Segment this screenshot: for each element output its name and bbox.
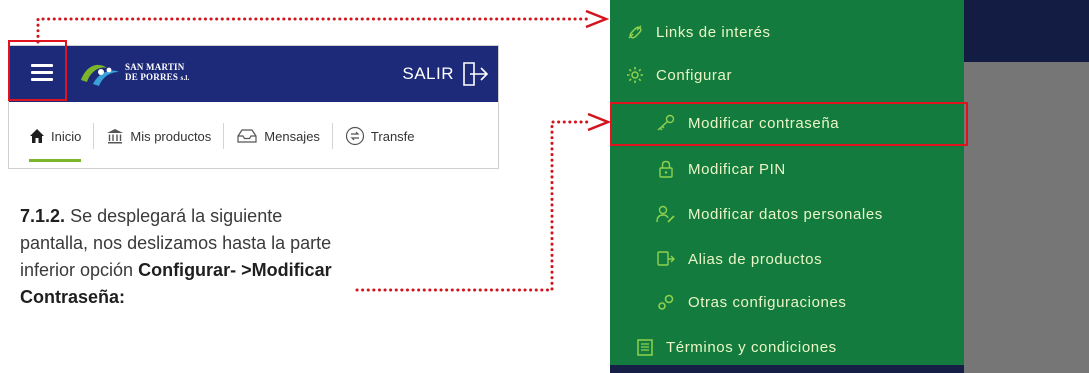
arrow-head-menu (585, 9, 610, 29)
menu-item-links-de-interes[interactable]: Links de interés (626, 23, 771, 41)
menu-item-terminos-y-condiciones[interactable]: Términos y condiciones (636, 338, 837, 356)
menu-backdrop-overlay (964, 62, 1089, 373)
menu-item-label: Términos y condiciones (666, 338, 837, 356)
menu-item-label: Modificar PIN (688, 160, 786, 178)
gear-icon (626, 66, 644, 84)
arrow-head-password (587, 112, 612, 132)
password-option-highlight-box (610, 102, 968, 146)
menu-item-otras-configuraciones[interactable]: Otras configuraciones (656, 293, 847, 311)
menu-item-label: Configurar (656, 66, 733, 84)
side-menu-panel (610, 0, 964, 373)
menu-item-label: Otras configuraciones (688, 293, 847, 311)
document-icon (636, 338, 654, 356)
tag-icon (656, 250, 676, 268)
menu-backdrop-top (964, 0, 1089, 62)
link-icon (626, 23, 644, 41)
arrow-path-menu (36, 17, 590, 44)
menu-item-label: Alias de productos (688, 250, 823, 268)
menu-item-alias-de-productos[interactable]: Alias de productos (656, 250, 822, 268)
menu-item-label: Modificar datos personales (688, 205, 883, 223)
lock-icon (656, 160, 676, 178)
menu-item-label: Links de interés (656, 23, 771, 41)
gears-icon (656, 293, 676, 311)
menu-bottom-bar (610, 365, 964, 373)
user-edit-icon (656, 205, 676, 223)
menu-item-modificar-datos-personales[interactable]: Modificar datos personales (656, 205, 883, 223)
arrow-path-password (355, 120, 592, 292)
side-menu-screenshot: Links de interés Configurar Modificar co… (610, 0, 1089, 373)
menu-item-configurar[interactable]: Configurar (626, 66, 732, 84)
menu-item-modificar-pin[interactable]: Modificar PIN (656, 160, 786, 178)
